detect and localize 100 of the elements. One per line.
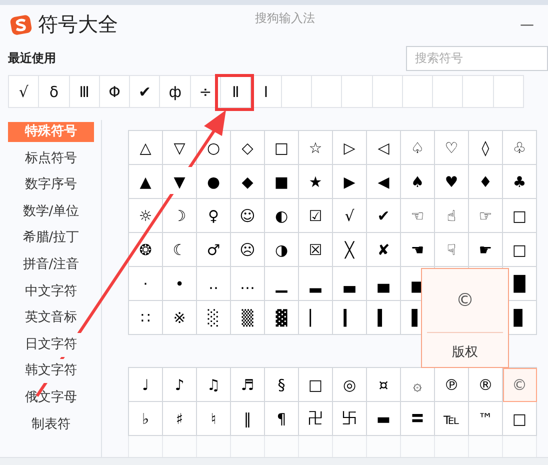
symbol-key[interactable]: Ⅲ bbox=[70, 76, 100, 107]
symbol-key[interactable]: ♫ bbox=[197, 368, 231, 402]
symbol-key[interactable]: ☛ bbox=[469, 233, 503, 267]
category-tab[interactable]: 数字序号 bbox=[8, 175, 94, 196]
symbol-key[interactable]: ▼ bbox=[163, 165, 197, 199]
minimize-button[interactable]: — bbox=[516, 16, 538, 32]
symbol-key[interactable]: ▂ bbox=[299, 267, 333, 301]
symbol-key[interactable]: ▎ bbox=[333, 301, 367, 335]
symbol-key[interactable]: ★ bbox=[299, 165, 333, 199]
symbol-key[interactable]: ♧ bbox=[503, 131, 537, 165]
category-tab[interactable]: 俄文字母 bbox=[8, 388, 94, 408]
symbol-key[interactable]: □ bbox=[503, 199, 537, 233]
symbol-key[interactable]: ▓ bbox=[265, 301, 299, 335]
symbol-key[interactable]: ☒ bbox=[299, 233, 333, 267]
symbol-key[interactable]: ☽ bbox=[163, 199, 197, 233]
symbol-key[interactable]: ❂ bbox=[129, 233, 163, 267]
symbol-key[interactable]: Φ bbox=[100, 76, 130, 107]
category-tab[interactable]: 中文字符 bbox=[8, 282, 94, 302]
symbol-key[interactable]: ☚ bbox=[401, 233, 435, 267]
symbol-key[interactable]: ☑ bbox=[299, 199, 333, 233]
symbol-key[interactable]: ♡ bbox=[435, 131, 469, 165]
symbol-key[interactable]: ☺ bbox=[231, 199, 265, 233]
symbol-key[interactable]: ♦ bbox=[469, 165, 503, 199]
symbol-key[interactable]: ▏ bbox=[299, 301, 333, 335]
symbol-key[interactable]: ◐ bbox=[265, 199, 299, 233]
empty-slot[interactable] bbox=[433, 76, 464, 107]
symbol-key[interactable]: ✔ bbox=[367, 199, 401, 233]
symbol-key[interactable]: √ bbox=[333, 199, 367, 233]
symbol-key[interactable]: ◆ bbox=[231, 165, 265, 199]
symbol-key[interactable]: ▒ bbox=[231, 301, 265, 335]
symbol-key[interactable]: ▲ bbox=[129, 165, 163, 199]
symbol-key[interactable]: ∷ bbox=[129, 301, 163, 335]
symbol-key[interactable]: ░ bbox=[197, 301, 231, 335]
symbol-key[interactable]: ☾ bbox=[163, 233, 197, 267]
symbol-key[interactable]: · bbox=[129, 267, 163, 301]
category-tab[interactable]: 英文音标 bbox=[8, 308, 94, 328]
symbol-key[interactable]: ╳ bbox=[333, 233, 367, 267]
symbol-key[interactable]: ▶ bbox=[333, 165, 367, 199]
symbol-key[interactable]: ♩ bbox=[129, 368, 163, 402]
symbol-key[interactable]: ◎ bbox=[333, 368, 367, 402]
symbol-key[interactable]: ☜ bbox=[401, 199, 435, 233]
symbol-key[interactable]: ▷ bbox=[333, 131, 367, 165]
empty-slot[interactable] bbox=[372, 76, 403, 107]
symbol-key[interactable]: ф bbox=[160, 76, 191, 107]
symbol-key[interactable]: ♠ bbox=[401, 165, 435, 199]
symbol-key[interactable]: ☼ bbox=[129, 199, 163, 233]
symbol-key[interactable]: Ⅱ bbox=[221, 76, 252, 107]
symbol-key[interactable]: 卐 bbox=[333, 402, 367, 436]
symbol-key[interactable]: ◇ bbox=[231, 131, 265, 165]
symbol-key[interactable]: ※ bbox=[163, 301, 197, 335]
symbol-key[interactable]: ◑ bbox=[265, 233, 299, 267]
symbol-key[interactable]: ☞ bbox=[469, 199, 503, 233]
symbol-key[interactable]: ▽ bbox=[163, 131, 197, 165]
symbol-key[interactable]: ‥ bbox=[197, 267, 231, 301]
symbol-key[interactable]: ♥ bbox=[435, 165, 469, 199]
symbol-key[interactable]: ♣ bbox=[503, 165, 537, 199]
symbol-key[interactable]: ☹ bbox=[231, 233, 265, 267]
symbol-key[interactable]: ◁ bbox=[367, 131, 401, 165]
symbol-key[interactable]: ▬ bbox=[367, 402, 401, 436]
symbol-key[interactable]: √ bbox=[9, 76, 40, 107]
symbol-key[interactable]: ✔ bbox=[130, 76, 160, 107]
symbol-key[interactable]: ‖ bbox=[231, 402, 265, 436]
category-tab[interactable]: 日文字符 bbox=[8, 334, 94, 355]
symbol-key[interactable]: ♀ bbox=[197, 199, 231, 233]
symbol-key[interactable]: □ bbox=[503, 233, 537, 267]
symbol-key[interactable]: ¶ bbox=[265, 402, 299, 436]
symbol-key[interactable]: 卍 bbox=[299, 402, 333, 436]
symbol-key[interactable]: ◀ bbox=[367, 165, 401, 199]
symbol-key[interactable]: ● bbox=[197, 165, 231, 199]
symbol-key[interactable]: □ bbox=[265, 131, 299, 165]
symbol-key[interactable]: © bbox=[503, 368, 537, 402]
symbol-key[interactable]: ♭ bbox=[129, 402, 163, 436]
empty-slot[interactable] bbox=[282, 76, 312, 107]
symbol-key[interactable]: 〓 bbox=[401, 402, 435, 436]
search-field[interactable]: 搜索符号 bbox=[406, 46, 548, 70]
symbol-key[interactable]: ¤ bbox=[367, 368, 401, 402]
symbol-key[interactable]: ◊ bbox=[469, 131, 503, 165]
category-tab[interactable]: 制表符 bbox=[8, 414, 94, 435]
symbol-key[interactable]: ▄ bbox=[367, 267, 401, 301]
symbol-key[interactable]: ™ bbox=[469, 402, 503, 436]
symbol-key[interactable]: ▁ bbox=[265, 267, 299, 301]
symbol-key[interactable]: ♂ bbox=[197, 233, 231, 267]
symbol-key[interactable]: … bbox=[231, 267, 265, 301]
symbol-key[interactable]: △ bbox=[129, 131, 163, 165]
symbol-key[interactable]: ♯ bbox=[163, 402, 197, 436]
symbol-key[interactable]: • bbox=[163, 267, 197, 301]
symbol-key[interactable]: ℡ bbox=[435, 402, 469, 436]
symbol-key[interactable]: ☝ bbox=[435, 199, 469, 233]
category-tab[interactable]: 拼音/注音 bbox=[8, 254, 94, 275]
symbol-key[interactable]: Ⅰ bbox=[251, 76, 282, 107]
category-tab[interactable]: 数学/单位 bbox=[8, 202, 94, 222]
symbol-key[interactable]: ✘ bbox=[367, 233, 401, 267]
symbol-key[interactable]: ♮ bbox=[197, 402, 231, 436]
symbol-key[interactable]: ▃ bbox=[333, 267, 367, 301]
category-tab[interactable]: 韩文字符 bbox=[8, 361, 94, 382]
symbol-key[interactable]: ♤ bbox=[401, 131, 435, 165]
symbol-key[interactable]: ▍ bbox=[367, 301, 401, 335]
symbol-key[interactable]: § bbox=[265, 368, 299, 402]
symbol-key[interactable]: □ bbox=[299, 368, 333, 402]
category-tab[interactable]: 标点符号 bbox=[8, 148, 94, 169]
